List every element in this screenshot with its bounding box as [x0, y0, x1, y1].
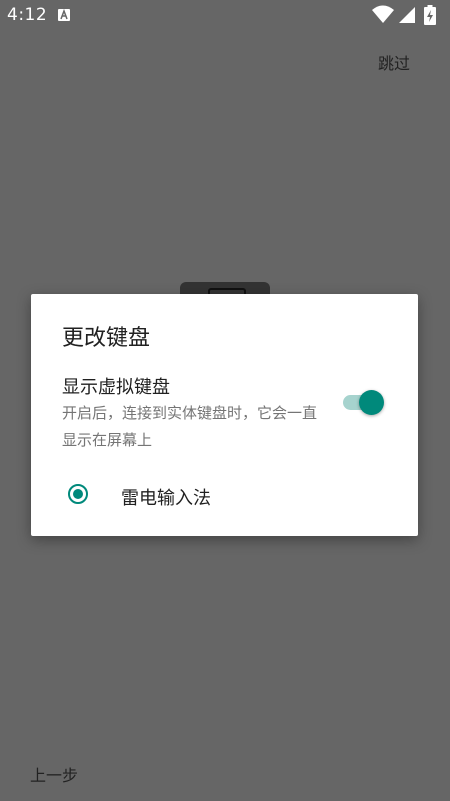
dialog-title: 更改键盘	[62, 326, 151, 351]
status-bar: 4:12	[0, 0, 450, 30]
virtual-keyboard-setting-title: 显示虚拟键盘	[62, 377, 170, 398]
toggle-thumb	[359, 390, 384, 415]
change-keyboard-dialog: 更改键盘 显示虚拟键盘 开启后，连接到实体键盘时，它会一直显示在屏幕上 雷电输入…	[31, 294, 418, 536]
radio-dot	[73, 489, 83, 499]
virtual-keyboard-setting-summary: 开启后，连接到实体键盘时，它会一直显示在屏幕上	[62, 404, 318, 449]
skip-button[interactable]: 跳过	[378, 50, 410, 74]
previous-step-button[interactable]: 上一步	[30, 762, 78, 786]
status-time: 4:12	[7, 5, 48, 25]
virtual-keyboard-toggle[interactable]	[341, 390, 385, 415]
status-icons	[372, 5, 442, 25]
signal-icon	[399, 7, 415, 23]
input-method-option[interactable]: 雷电输入法	[31, 474, 418, 518]
radio-selected-icon[interactable]	[68, 484, 88, 504]
battery-charging-icon	[424, 5, 436, 25]
wifi-icon	[372, 5, 394, 23]
input-method-label: 雷电输入法	[121, 488, 211, 509]
a-notification-icon	[58, 9, 70, 21]
